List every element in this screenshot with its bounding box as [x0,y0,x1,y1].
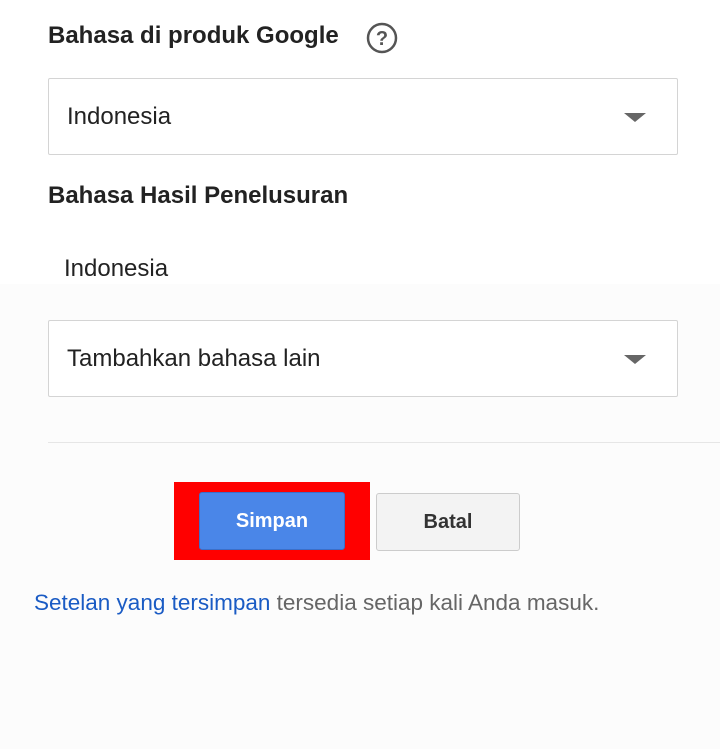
footer-text: tersedia setiap kali Anda masuk. [270,590,600,615]
divider [48,442,720,443]
dropdown-arrow-icon [624,355,646,364]
dropdown-arrow-icon [624,113,646,122]
add-language-value: Tambahkan bahasa lain [67,345,321,372]
add-language-select[interactable]: Tambahkan bahasa lain [48,320,678,397]
product-language-select[interactable]: Indonesia [48,78,678,155]
product-language-value: Indonesia [67,103,172,130]
cancel-button[interactable]: Batal [376,493,520,551]
product-language-heading: Bahasa di produk Google [48,22,339,49]
help-circle-icon[interactable]: ? [366,22,398,54]
search-language-heading: Bahasa Hasil Penelusuran [48,182,349,209]
svg-text:?: ? [376,28,388,50]
footer-note: Setelan yang tersimpan tersedia setiap k… [34,590,599,616]
search-language-item: Indonesia [64,255,169,282]
saved-settings-link[interactable]: Setelan yang tersimpan [34,590,270,615]
save-button[interactable]: Simpan [199,492,345,550]
